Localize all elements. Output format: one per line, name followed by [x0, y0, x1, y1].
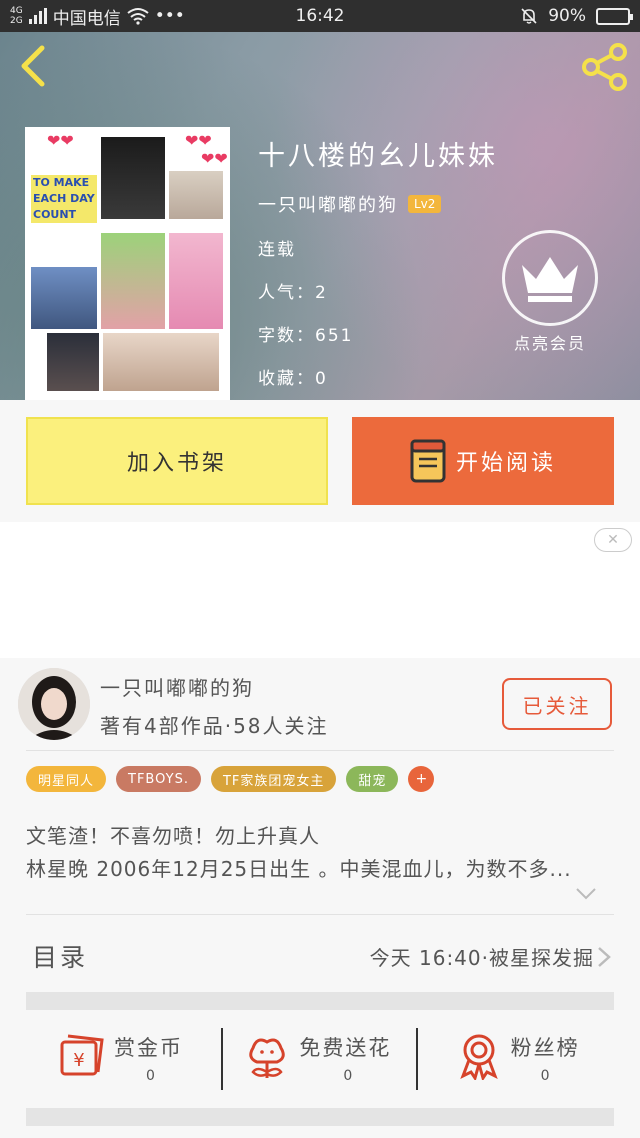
reward-coins-button[interactable]: ¥ 赏金币 0 [0, 1010, 213, 1108]
vip-crown-circle [502, 230, 598, 326]
send-flowers-button[interactable]: 免费送花 0 [213, 1010, 426, 1108]
heart-decoration: ❤❤ [201, 149, 228, 168]
send-flowers-label: 免费送花 [299, 1036, 392, 1060]
reward-envelope-icon: ¥ [60, 1034, 104, 1076]
separator [221, 1028, 223, 1090]
chevron-down-icon[interactable] [574, 884, 598, 904]
book-title: 十八楼的幺儿妹妹 [258, 141, 498, 172]
svg-text:¥: ¥ [73, 1050, 84, 1071]
share-icon[interactable] [580, 42, 630, 92]
ad-banner: ✕ [0, 522, 640, 658]
battery-percent: 90% [548, 6, 586, 26]
word-count-stat: 字数：651 [258, 326, 354, 346]
divider [26, 750, 614, 751]
author-name: 一只叫嘟嘟的狗 [100, 676, 254, 700]
send-flowers-count: 0 [343, 1068, 353, 1084]
section-separator [26, 1108, 614, 1126]
network-type: 4G 2G [10, 6, 23, 26]
status-bar: 4G 2G 中国电信 ••• 16:42 90% [0, 0, 640, 32]
reward-coins-label: 赏金币 [114, 1036, 183, 1060]
favorites-stat: 收藏：0 [258, 369, 328, 389]
table-of-contents-row[interactable]: 目录 今天 16:40·被星探发掘 [0, 916, 640, 992]
follow-button[interactable]: 已关注 [502, 678, 612, 730]
tag-pill[interactable]: TFBOYS. [116, 766, 201, 792]
book-author[interactable]: 一只叫嘟嘟的狗 [258, 191, 398, 217]
add-tag-button[interactable]: + [408, 766, 435, 792]
carrier-name: 中国电信 [52, 8, 121, 29]
serial-status: 连载 [258, 240, 296, 260]
divider [26, 914, 614, 915]
battery-icon [596, 7, 633, 25]
avatar-image [18, 668, 90, 740]
wifi-icon [127, 8, 149, 25]
interaction-bar: ¥ 赏金币 0 免费送花 0 粉丝榜 0 [0, 1010, 640, 1108]
cover-caption: TO MAKE EACH DAY COUNT [31, 175, 97, 223]
signal-icon [28, 8, 47, 24]
reward-coins-count: 0 [146, 1068, 155, 1084]
book-header: ❤❤ ❤❤ ❤❤ TO MAKE EACH DAY COUNT 十八楼的幺儿妹妹… [0, 32, 640, 400]
mute-bell-icon [521, 8, 537, 24]
start-reading-label: 开始阅读 [455, 451, 556, 476]
more-notifications: ••• [154, 6, 185, 26]
fan-ranking-label: 粉丝榜 [510, 1036, 580, 1060]
crown-icon [522, 257, 578, 302]
vip-label: 点亮会员 [513, 334, 586, 353]
cover-photo [31, 267, 97, 329]
latest-chapter: 今天 16:40·被星探发掘 [369, 946, 594, 970]
close-ad-button[interactable]: ✕ [594, 528, 632, 552]
flower-icon [249, 1038, 286, 1078]
cover-photo [101, 137, 165, 219]
action-bar: 加入书架 开始阅读 [0, 400, 640, 522]
heart-decoration: ❤❤ [185, 131, 212, 150]
book-info: 十八楼的幺儿妹妹 一只叫嘟嘟的狗 Lv2 连载 人气：2 字数：651 收藏：0 [258, 134, 498, 389]
medal-icon [459, 1034, 498, 1080]
level-badge: Lv2 [408, 195, 442, 213]
avatar[interactable] [18, 668, 90, 740]
heart-decoration: ❤❤ [47, 131, 74, 150]
author-card[interactable]: 一只叫嘟嘟的狗 著有4部作品·58人关注 已关注 [0, 658, 640, 750]
fan-ranking-button[interactable]: 粉丝榜 0 [427, 1010, 640, 1108]
separator [416, 1028, 418, 1090]
description-line: 文笔渣！不喜勿喷！勿上升真人 [26, 824, 320, 848]
book-icon [410, 439, 446, 483]
tag-pill[interactable]: 明星同人 [26, 766, 107, 792]
book-cover[interactable]: ❤❤ ❤❤ ❤❤ TO MAKE EACH DAY COUNT [25, 127, 230, 400]
author-stats: 著有4部作品·58人关注 [100, 714, 329, 738]
chevron-right-icon [598, 947, 611, 967]
cover-photo [169, 171, 223, 219]
cover-photo [103, 333, 219, 391]
popularity-stat: 人气：2 [258, 283, 328, 303]
vip-button[interactable]: 点亮会员 [500, 230, 600, 354]
cover-photo [47, 333, 99, 391]
toc-label: 目录 [32, 943, 89, 972]
description-line: 林星晚 2006年12月25日出生 。中美混血儿，为数不多... [26, 857, 572, 881]
section-separator [26, 992, 614, 1010]
tag-pill[interactable]: 甜宠 [346, 766, 399, 792]
add-to-shelf-button[interactable]: 加入书架 [26, 417, 328, 505]
tag-pill[interactable]: TF家族团宠女主 [210, 766, 337, 792]
cover-photo [101, 233, 165, 329]
cover-photo [169, 233, 223, 329]
back-arrow-icon[interactable] [14, 44, 54, 88]
tag-list: 明星同人 TFBOYS. TF家族团宠女主 甜宠 + [26, 766, 435, 792]
fan-ranking-count: 0 [540, 1068, 550, 1084]
start-reading-button[interactable]: 开始阅读 [352, 417, 614, 505]
book-description[interactable]: 文笔渣！不喜勿喷！勿上升真人 林星晚 2006年12月25日出生 。中美混血儿，… [26, 820, 596, 886]
